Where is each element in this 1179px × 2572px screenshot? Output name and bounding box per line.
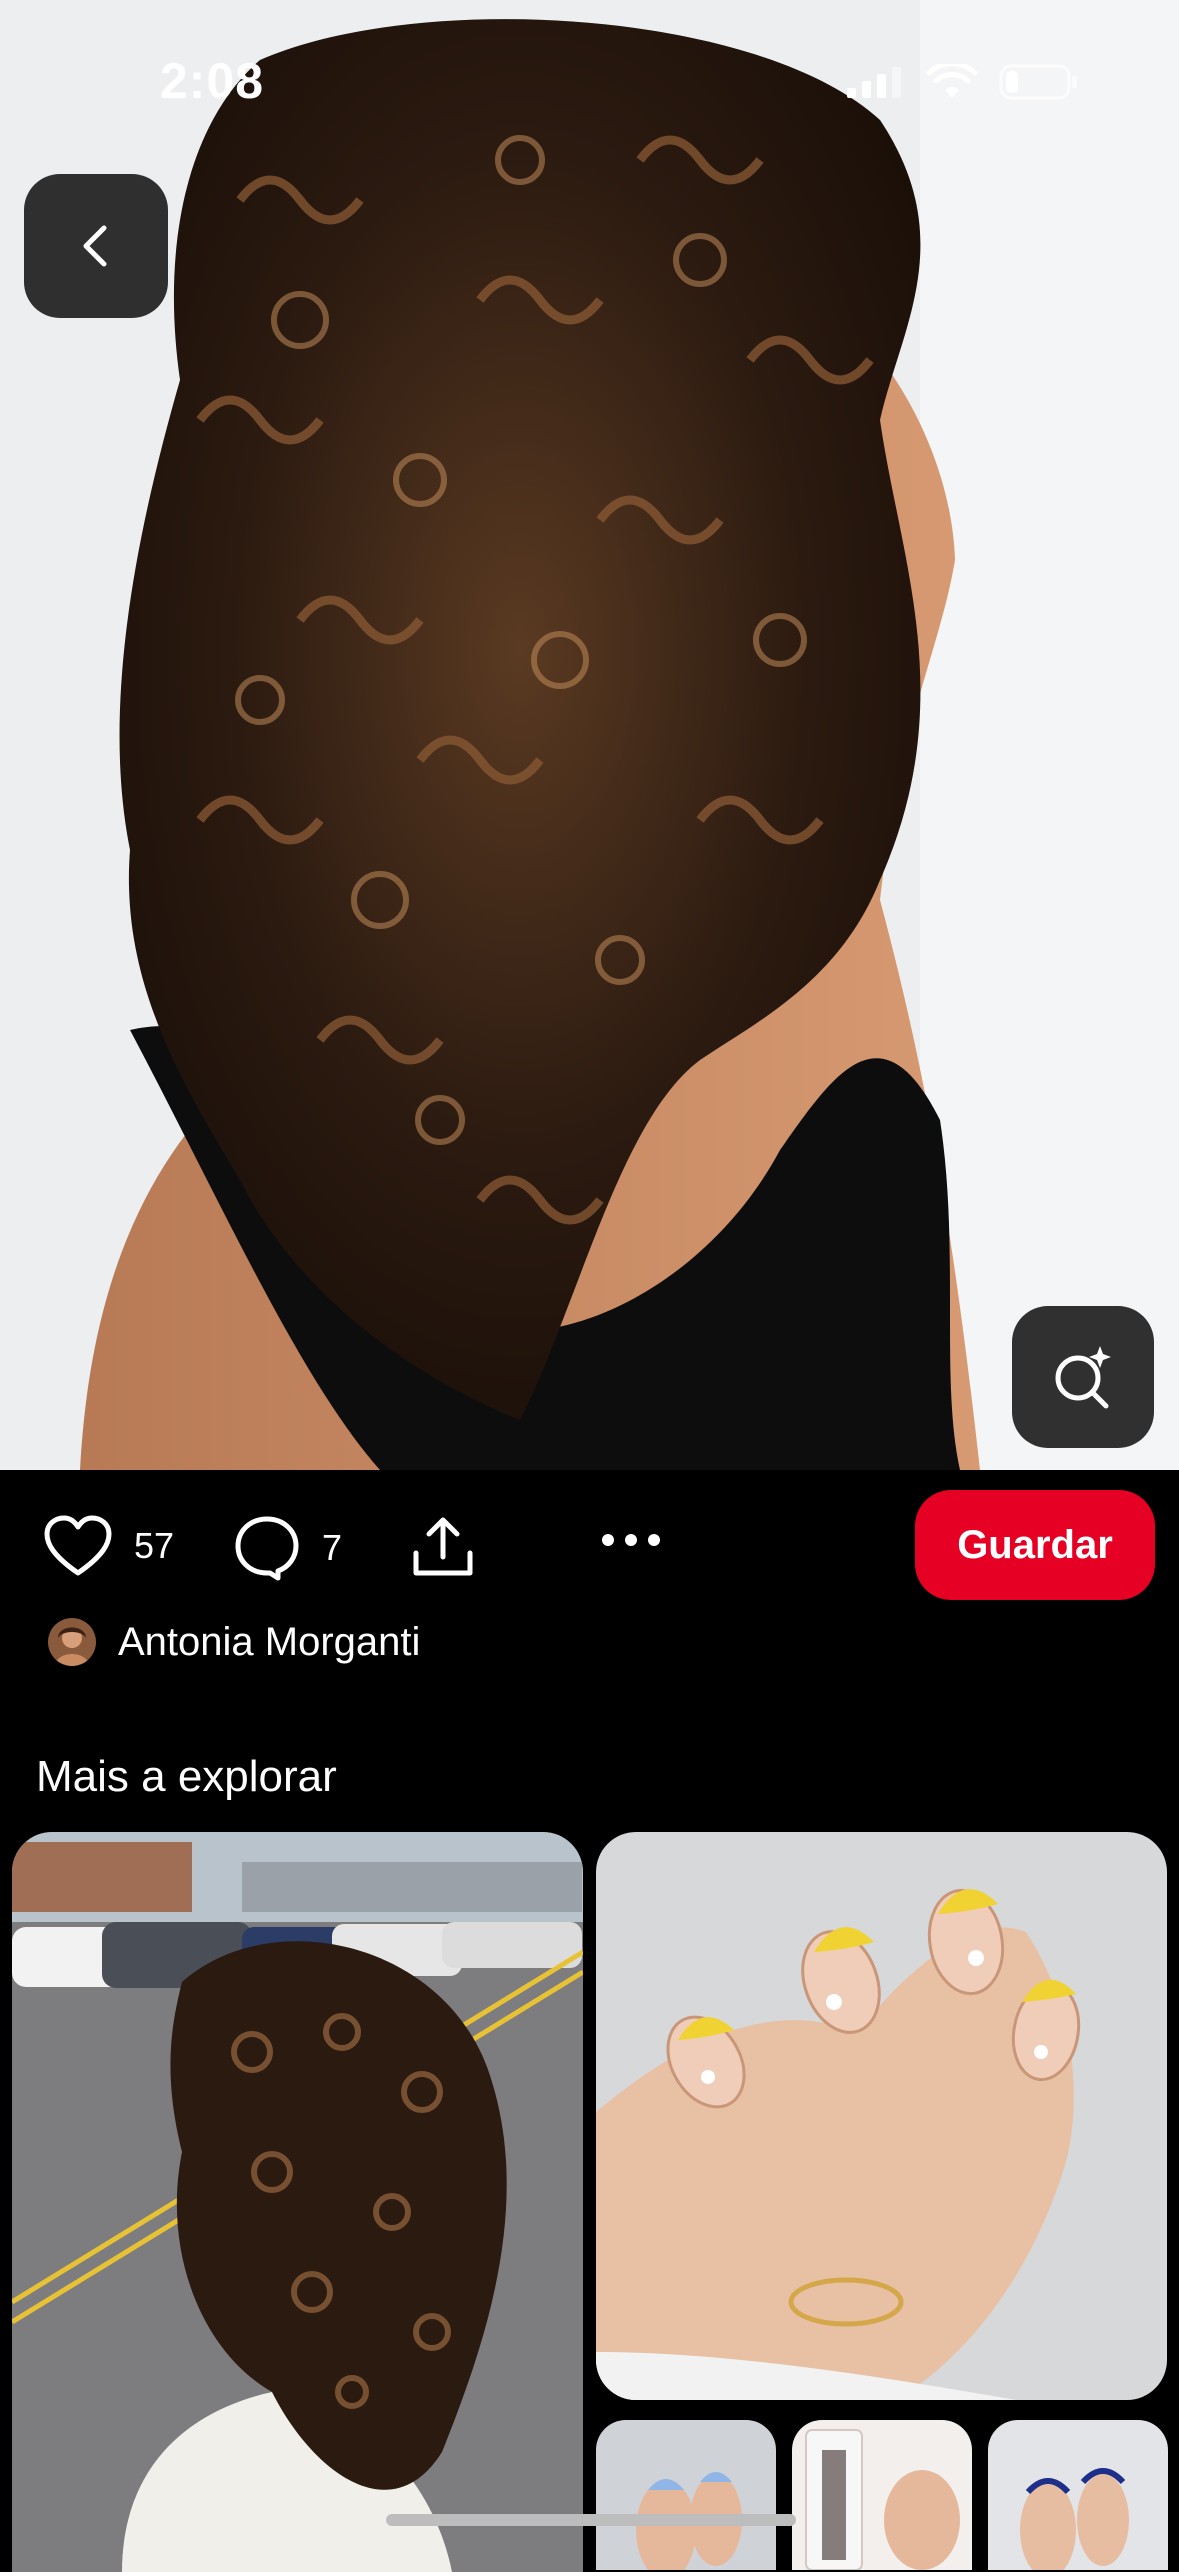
status-bar: 2:08: [0, 0, 1179, 170]
back-icon: [83, 225, 107, 267]
related-pin-image: [596, 1832, 1167, 2400]
save-button[interactable]: Guardar: [915, 1490, 1155, 1600]
author-name[interactable]: Antonia Morganti: [118, 1620, 420, 1665]
visual-search-icon: [1055, 1346, 1111, 1409]
comment-icon[interactable]: [234, 1515, 300, 1581]
related-pin-image: [12, 1832, 583, 2572]
share-icon[interactable]: [410, 1515, 476, 1581]
related-pin-thumb[interactable]: [988, 2420, 1168, 2570]
related-pin-thumb[interactable]: [596, 2420, 776, 2570]
visual-search-button[interactable]: [1012, 1306, 1154, 1448]
battery-icon: [999, 64, 1077, 100]
home-indicator[interactable]: [386, 2514, 796, 2526]
more-icon[interactable]: [600, 1530, 662, 1550]
status-time: 2:08: [160, 53, 265, 109]
back-button[interactable]: [24, 174, 168, 318]
related-pin[interactable]: [596, 1832, 1167, 2400]
avatar[interactable]: [48, 1618, 96, 1666]
pin-image[interactable]: 2:08: [0, 0, 1179, 1470]
heart-icon[interactable]: [44, 1515, 112, 1577]
cellular-signal-icon: [847, 67, 901, 98]
comment-count: 7: [322, 1527, 343, 1568]
pin-author[interactable]: Antonia Morganti: [48, 1618, 420, 1666]
share-action[interactable]: [410, 1515, 476, 1581]
section-title: Mais a explorar: [36, 1752, 337, 1801]
curly-hair-photo: [0, 0, 1179, 1470]
related-pin-thumb[interactable]: [792, 2420, 972, 2570]
like-count: 57: [134, 1525, 175, 1566]
more-action[interactable]: [600, 1530, 662, 1550]
status-icons: [845, 62, 1079, 102]
related-pin[interactable]: [12, 1832, 583, 2572]
like-action[interactable]: 57: [44, 1515, 174, 1577]
wifi-icon: [927, 64, 977, 98]
comment-action[interactable]: 7: [234, 1515, 342, 1581]
